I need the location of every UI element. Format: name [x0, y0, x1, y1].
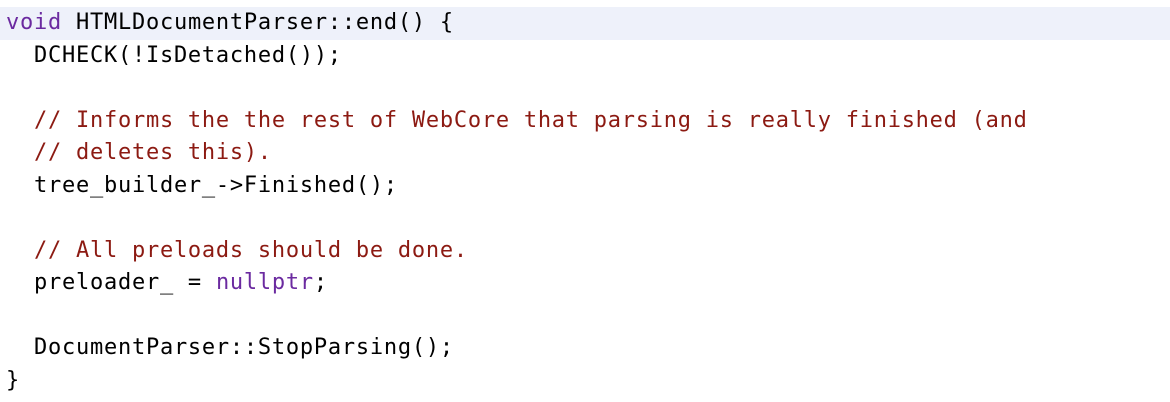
code-line: // All preloads should be done.: [0, 235, 1170, 268]
code-token-plain: ;: [313, 270, 328, 295]
code-token-comment: // deletes this).: [6, 140, 272, 165]
code-token-plain: DCHECK(!IsDetached());: [6, 42, 342, 68]
code-line: }: [0, 365, 1170, 398]
code-block[interactable]: void HTMLDocumentParser::end() { DCHECK(…: [0, 7, 1170, 397]
code-token-comment: // All preloads should be done.: [6, 237, 468, 263]
code-line: preloader_ = nullptr;: [0, 267, 1170, 300]
code-token-comment: // Informs the the rest of WebCore that …: [6, 107, 1028, 133]
code-line: // deletes this).: [0, 137, 1170, 170]
code-token-plain: tree_builder_->Finished();: [6, 172, 398, 198]
code-line: tree_builder_->Finished();: [0, 170, 1170, 203]
code-token-plain: }: [6, 367, 20, 393]
code-token-plain: DocumentParser::StopParsing();: [6, 335, 454, 360]
code-line: void HTMLDocumentParser::end() {: [0, 7, 1170, 40]
code-token-keyword: nullptr: [215, 270, 314, 295]
code-token-plain: preloader_ =: [6, 270, 216, 295]
code-token-plain: HTMLDocumentParser::end() {: [61, 10, 454, 35]
code-token-keyword: void: [6, 10, 62, 35]
code-line: // Informs the the rest of WebCore that …: [0, 105, 1170, 138]
code-line: DCHECK(!IsDetached());: [0, 40, 1170, 73]
code-line: DocumentParser::StopParsing();: [0, 332, 1170, 365]
